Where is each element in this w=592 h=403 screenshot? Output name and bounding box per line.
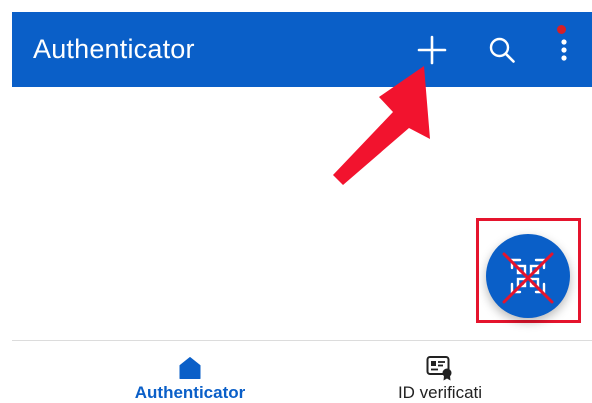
more-options-button[interactable]	[539, 12, 589, 87]
id-card-icon	[426, 356, 454, 381]
qr-scan-icon	[510, 258, 546, 294]
nav-label-authenticator: Authenticator	[134, 383, 246, 402]
notification-dot	[557, 25, 566, 34]
screen: Authenticator Authenticator ID verificat…	[0, 0, 592, 403]
search-button[interactable]	[472, 12, 532, 87]
app-bar: Authenticator	[12, 12, 592, 87]
nav-tab-id-verificati[interactable]: ID verificati	[355, 341, 525, 403]
scan-qr-button[interactable]	[486, 234, 570, 318]
search-icon	[489, 37, 515, 63]
home-icon	[178, 356, 202, 380]
more-vertical-icon	[561, 38, 567, 61]
add-account-button[interactable]	[397, 12, 467, 87]
nav-tab-authenticator[interactable]: Authenticator	[105, 341, 275, 403]
bottom-nav: Authenticator ID verificati	[0, 341, 592, 403]
plus-icon	[417, 35, 447, 64]
app-title: Authenticator	[33, 34, 195, 64]
nav-label-id-verificati: ID verificati	[397, 383, 483, 402]
